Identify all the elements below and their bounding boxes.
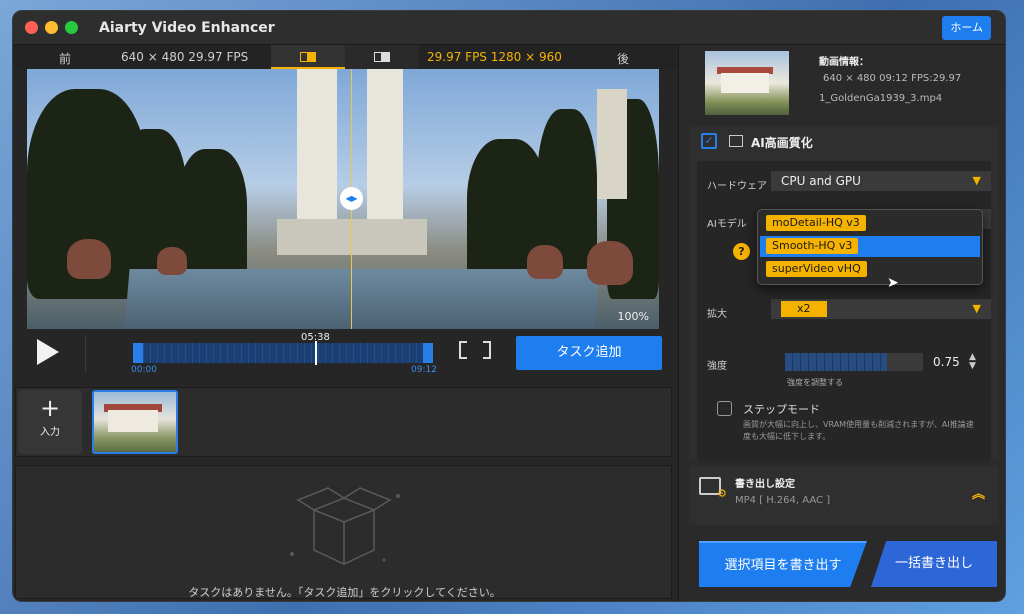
editor-area: 前 640 × 480 29.97 FPS 29.97 FPS 1280 × 9… xyxy=(13,45,678,601)
add-task-button[interactable]: タスク追加 xyxy=(516,336,662,370)
task-list: タスクはありません。「タスク追加」をクリックしてください。 xyxy=(15,465,672,599)
title-bar: Aiarty Video Enhancer ホーム xyxy=(13,11,1005,45)
strength-hint: 強度を調整する xyxy=(787,378,843,387)
video-preview[interactable]: ◂▸ 100% xyxy=(27,69,659,329)
hardware-label: ハードウェア xyxy=(707,181,767,192)
video-info-thumbnail xyxy=(705,51,789,115)
ai-model-dropdown: moDetail-HQ v3 Smooth-HQ v3 superVideo v… xyxy=(757,209,983,285)
clip-list: + 入力 xyxy=(15,387,672,457)
ai-model-option-label: moDetail-HQ v3 xyxy=(766,215,866,231)
ai-enhance-title: AI高画質化 xyxy=(751,136,813,150)
strength-value[interactable]: 0.75 xyxy=(933,355,960,369)
playback-controls: 05:38 00:00 09:12 タスク追加 xyxy=(13,332,678,377)
trim-start-time: 00:00 xyxy=(131,365,157,375)
empty-box-icon xyxy=(290,487,400,565)
clip-thumbnail[interactable] xyxy=(92,390,178,454)
export-selected-button[interactable]: 選択項目を書き出す xyxy=(699,541,867,587)
export-format: MP4 [ H.264, AAC ] xyxy=(735,495,831,506)
close-window-button[interactable] xyxy=(25,21,38,34)
before-label: 前 xyxy=(59,52,72,66)
mark-in-button[interactable] xyxy=(459,341,467,359)
video-info-specs: 640 × 480 09:12 FPS:29.97 xyxy=(823,73,962,84)
video-filename: 1_GoldenGa1939_3.mp4 xyxy=(819,93,943,104)
compare-split-handle[interactable]: ◂▸ xyxy=(340,187,363,210)
chevron-down-icon: ▼ xyxy=(972,302,981,315)
app-title: Aiarty Video Enhancer xyxy=(99,20,275,36)
minimize-window-button[interactable] xyxy=(45,21,58,34)
expand-chevron-icon[interactable]: ︽ xyxy=(972,483,985,502)
add-input-label: 入力 xyxy=(40,427,60,438)
side-by-side-icon xyxy=(374,52,390,62)
export-all-button[interactable]: 一括書き出し xyxy=(871,541,997,587)
ai-model-option-label: superVideo vHQ xyxy=(766,261,867,277)
split-view-icon xyxy=(300,52,316,62)
after-info: 29.97 FPS 1280 × 960 xyxy=(427,50,562,64)
before-info: 640 × 480 29.97 FPS xyxy=(121,50,249,64)
ai-enhance-section: ✓ AI高画質化 ハードウェア CPU and GPU ▼ AIモデル ? mo… xyxy=(689,127,999,461)
ai-model-option-selected[interactable]: Smooth-HQ v3 xyxy=(760,236,980,257)
ai-settings-box: ハードウェア CPU and GPU ▼ AIモデル ? moDetail-HQ… xyxy=(697,161,991,461)
mouse-cursor-icon: ➤ xyxy=(887,275,899,291)
strength-slider[interactable] xyxy=(785,353,923,371)
scale-select[interactable]: x2 ▼ xyxy=(771,299,991,319)
playhead[interactable] xyxy=(315,341,317,365)
hardware-select[interactable]: CPU and GPU ▼ xyxy=(771,171,991,191)
help-icon[interactable]: ? xyxy=(733,243,750,260)
export-settings-title: 書き出し設定 xyxy=(735,479,795,490)
scale-label: 拡大 xyxy=(707,309,727,320)
ai-enhance-checkbox[interactable]: ✓ xyxy=(701,133,717,149)
add-input-button[interactable]: + 入力 xyxy=(18,390,82,454)
play-button[interactable] xyxy=(37,339,59,365)
timeline-track[interactable] xyxy=(133,341,433,365)
settings-panel: 動画情報： 640 × 480 09:12 FPS:29.97 1_Golden… xyxy=(678,45,1005,601)
trim-start-handle[interactable] xyxy=(133,343,143,363)
enhance-icon xyxy=(729,135,743,147)
ai-model-option[interactable]: moDetail-HQ v3 xyxy=(760,213,980,234)
zoom-window-button[interactable] xyxy=(65,21,78,34)
plus-icon: + xyxy=(39,394,61,422)
split-view-toggle[interactable] xyxy=(271,45,345,69)
after-label: 後 xyxy=(617,52,630,66)
zoom-level[interactable]: 100% xyxy=(618,310,649,323)
ai-model-option[interactable]: superVideo vHQ xyxy=(760,259,980,280)
hardware-value: CPU and GPU xyxy=(781,174,861,188)
strength-label: 強度 xyxy=(707,361,727,372)
video-info-title: 動画情報： xyxy=(819,57,869,68)
export-settings-icon: ⚙ xyxy=(699,477,727,500)
mark-out-button[interactable] xyxy=(483,341,491,359)
ai-model-option-label: Smooth-HQ v3 xyxy=(766,238,859,254)
preview-info-bar: 前 640 × 480 29.97 FPS 29.97 FPS 1280 × 9… xyxy=(13,45,678,69)
scale-value: x2 xyxy=(781,301,827,317)
empty-task-message: タスクはありません。「タスク追加」をクリックしてください。 xyxy=(188,586,501,599)
app-window: Aiarty Video Enhancer ホーム 前 640 × 480 29… xyxy=(12,10,1006,602)
chevron-down-icon: ▼ xyxy=(972,174,981,187)
ai-model-label: AIモデル xyxy=(707,219,747,230)
step-mode-description: 画質が大幅に向上し、VRAM使用量も削減されますが、AI推論速度も大幅に低下しま… xyxy=(743,420,974,441)
side-by-side-toggle[interactable] xyxy=(345,45,419,69)
step-mode-label: ステップモード xyxy=(743,403,820,416)
step-mode-checkbox[interactable] xyxy=(717,401,732,416)
trim-end-handle[interactable] xyxy=(423,343,433,363)
home-button[interactable]: ホーム xyxy=(942,16,991,40)
export-settings-section[interactable]: ⚙ 書き出し設定 MP4 [ H.264, AAC ] ︽ xyxy=(689,465,999,525)
trim-end-time: 09:12 xyxy=(411,365,437,375)
strength-stepper-icon[interactable]: ▲ ▼ xyxy=(969,353,976,371)
